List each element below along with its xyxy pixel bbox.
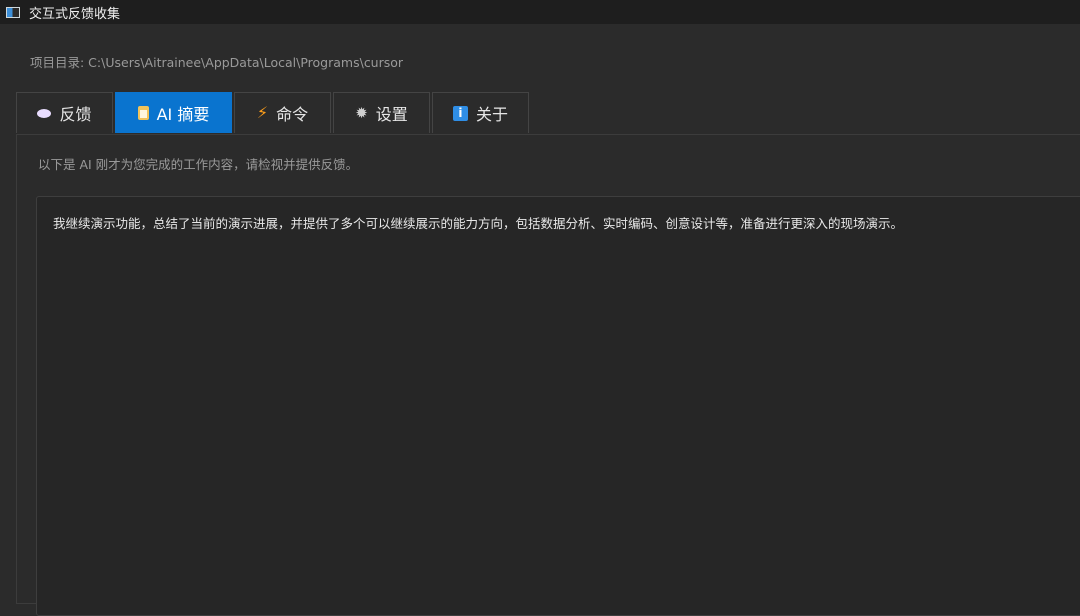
tab-bar: 反馈 AI 摘要 ⚡ 命令 ✹ 设置 i 关于 <box>16 92 531 134</box>
main-window: 项目目录: C:\Users\Aitrainee\AppData\Local\P… <box>0 24 1080 616</box>
tab-ai-summary[interactable]: AI 摘要 <box>115 92 232 133</box>
tab-settings[interactable]: ✹ 设置 <box>333 92 430 133</box>
info-icon: i <box>452 105 468 121</box>
lightning-icon: ⚡ <box>256 103 269 122</box>
speech-bubble-icon <box>37 108 52 118</box>
tab-label: 设置 <box>375 105 408 124</box>
tab-label: 关于 <box>475 105 508 124</box>
tab-label: 反馈 <box>59 105 92 124</box>
window-title: 交互式反馈收集 <box>29 6 121 22</box>
tab-label: AI 摘要 <box>156 105 210 124</box>
window-icon <box>6 6 20 18</box>
gear-icon: ✹ <box>355 103 368 122</box>
tab-commands[interactable]: ⚡ 命令 <box>234 92 331 133</box>
tab-feedback[interactable]: 反馈 <box>16 92 113 133</box>
summary-text: 我继续演示功能，总结了当前的演示进展，并提供了多个可以继续展示的能力方向，包括数… <box>53 216 904 231</box>
tab-label: 命令 <box>276 105 309 124</box>
summary-text-area[interactable]: 我继续演示功能，总结了当前的演示进展，并提供了多个可以继续展示的能力方向，包括数… <box>36 196 1080 616</box>
project-directory-label: 项目目录: C:\Users\Aitrainee\AppData\Local\P… <box>30 55 404 70</box>
clipboard-icon <box>137 106 149 120</box>
title-bar: 交互式反馈收集 <box>0 0 1080 24</box>
tab-about[interactable]: i 关于 <box>432 92 529 133</box>
intro-text: 以下是 AI 刚才为您完成的工作内容，请检视并提供反馈。 <box>38 157 359 172</box>
